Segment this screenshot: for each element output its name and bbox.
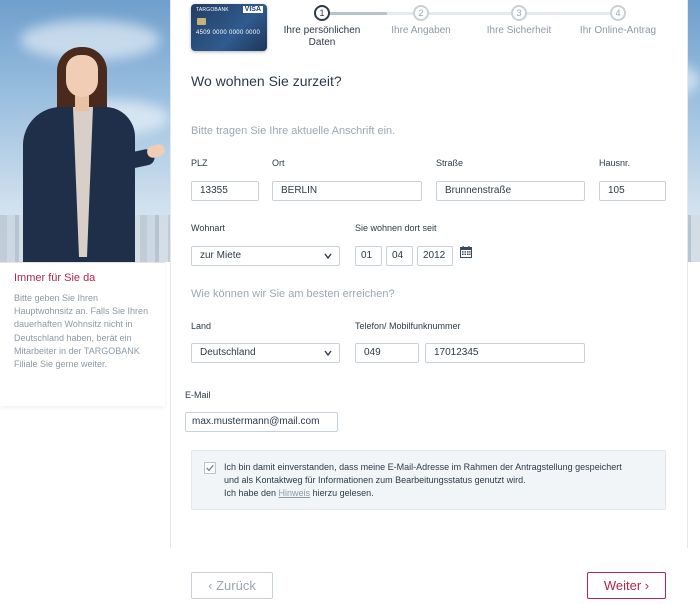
step-1-circle: 1 (314, 5, 330, 21)
telefon-prefix-input[interactable]: 049 (355, 343, 419, 363)
consent-text: Ich bin damit einverstanden, dass meine … (224, 461, 654, 500)
back-button[interactable]: ‹ Zurück (191, 572, 273, 599)
seit-day-input[interactable]: 01 (355, 246, 382, 266)
plz-input[interactable]: 13355 (191, 181, 259, 201)
seit-month-input[interactable]: 04 (386, 246, 413, 266)
telefon-label: Telefon/ Mobilfunknummer (355, 321, 461, 331)
telefon-number-input[interactable]: 17012345 (425, 343, 585, 363)
step-3-label: Ihre Sicherheit (486, 25, 552, 36)
land-select[interactable]: Deutschland (191, 343, 340, 363)
strasse-label: Straße (436, 158, 464, 168)
strasse-input[interactable]: Brunnenstraße (436, 181, 585, 201)
hausnr-input[interactable]: 105 (599, 181, 666, 201)
consent-checkbox[interactable] (204, 462, 216, 474)
address-hint: Bitte tragen Sie Ihre aktuelle Anschrift… (191, 125, 396, 137)
check-icon (206, 464, 214, 472)
chevron-down-icon (324, 350, 332, 357)
step-4-circle: 4 (610, 5, 626, 21)
credit-card-image: TARGOBANK VISA 4509 0000 0000 0000 (191, 4, 267, 51)
card-number: 4509 0000 0000 0000 (196, 30, 261, 36)
ort-input[interactable]: BERLIN (272, 181, 422, 201)
advisor-photo (15, 45, 167, 265)
step-3-circle: 3 (511, 5, 527, 21)
email-input[interactable]: max.mustermann@mail.com (185, 412, 338, 432)
step-2-circle: 2 (413, 5, 429, 21)
consent-line-3-suffix: hierzu gelesen. (310, 488, 374, 498)
next-button[interactable]: Weiter › (587, 572, 666, 599)
card-brand: TARGOBANK (196, 7, 229, 13)
info-title: Immer für Sie da (14, 272, 96, 284)
card-chip (197, 18, 206, 25)
seit-year-input[interactable]: 2012 (417, 246, 453, 266)
email-label: E-Mail (185, 390, 211, 400)
chevron-down-icon (324, 253, 332, 260)
page-title: Wo wohnen Sie zurzeit? (191, 73, 342, 89)
consent-line-3-prefix: Ich habe den (224, 488, 279, 498)
card-network: VISA (242, 6, 263, 13)
hinweis-link[interactable]: Hinweis (279, 488, 311, 498)
info-text: Bitte geben Sie Ihren Hauptwohnsitz an. … (14, 293, 149, 370)
wohnart-label: Wohnart (191, 223, 225, 233)
step-2-label: Ihre Angaben (391, 25, 451, 36)
ort-label: Ort (272, 158, 285, 168)
wohnart-select[interactable]: zur Miete (191, 246, 340, 266)
wohnart-select-value: zur Miete (200, 250, 242, 261)
land-select-value: Deutschland (200, 347, 256, 358)
contact-hint: Wie können wir Sie am besten erreichen? (191, 288, 395, 300)
step-1-label-line2: Daten (308, 37, 336, 48)
progress-track-active (322, 12, 387, 15)
land-label: Land (191, 321, 212, 331)
consent-line-1: Ich bin damit einverstanden, dass meine … (224, 462, 622, 472)
consent-box: Ich bin damit einverstanden, dass meine … (191, 450, 666, 510)
step-4-label: Ihr Online-Antrag (579, 25, 657, 36)
consent-line-2: und als Kontaktweg für Informationen zum… (224, 475, 526, 485)
step-1-label-line1: Ihre persönlichen (283, 25, 361, 36)
calendar-icon[interactable] (460, 246, 472, 258)
hausnr-label: Hausnr. (599, 158, 631, 168)
step-1-label: Ihre persönlichen Daten (272, 25, 372, 49)
info-panel: Immer für Sie da Bitte geben Sie Ihren H… (0, 262, 165, 406)
plz-label: PLZ (191, 158, 208, 168)
seit-label: Sie wohnen dort seit (355, 223, 437, 233)
